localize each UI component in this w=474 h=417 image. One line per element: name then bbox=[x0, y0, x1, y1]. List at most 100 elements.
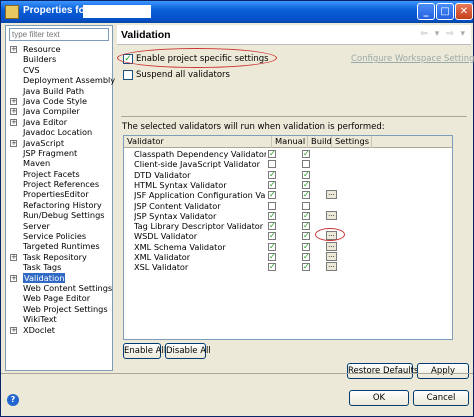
tree-item-cvs[interactable]: CVS bbox=[8, 65, 112, 75]
manual-checkbox[interactable] bbox=[268, 160, 276, 169]
validator-name: Tag Library Descriptor Validator bbox=[134, 221, 264, 232]
build-checkbox[interactable]: ✓ bbox=[302, 232, 310, 241]
tree-item-task-repository[interactable]: + Task Repository bbox=[8, 252, 112, 262]
tree-item-jsp-fragment[interactable]: JSP Fragment bbox=[8, 148, 112, 158]
help-icon[interactable]: ? bbox=[7, 394, 19, 406]
tree-item-java-build-path[interactable]: Java Build Path bbox=[8, 86, 112, 96]
tree-item-web-content-settings[interactable]: Web Content Settings bbox=[8, 283, 112, 293]
tree-item-label: Web Page Editor bbox=[23, 293, 91, 304]
build-checkbox[interactable]: ✓ bbox=[302, 222, 310, 231]
build-checkbox[interactable]: ✓ bbox=[302, 263, 310, 272]
build-checkbox[interactable]: ✓ bbox=[302, 180, 310, 189]
build-checkbox[interactable]: ✓ bbox=[302, 211, 310, 220]
maximize-button[interactable]: □ bbox=[436, 3, 454, 20]
tree-item-server[interactable]: Server bbox=[8, 221, 112, 231]
table-row[interactable]: HTML Syntax Validator ✓ ✓ bbox=[124, 180, 452, 190]
expand-icon[interactable]: + bbox=[10, 118, 17, 126]
tree-item-java-compiler[interactable]: + Java Compiler bbox=[8, 106, 112, 116]
manual-checkbox[interactable]: ✓ bbox=[268, 150, 276, 158]
build-checkbox[interactable]: ✓ bbox=[302, 242, 310, 251]
manual-checkbox[interactable]: ✓ bbox=[268, 232, 276, 241]
ok-button[interactable]: OK bbox=[349, 390, 409, 406]
cancel-button[interactable]: Cancel bbox=[413, 390, 469, 406]
expand-icon[interactable]: + bbox=[10, 274, 17, 282]
expand-icon[interactable]: + bbox=[10, 108, 17, 116]
settings-button[interactable]: ... bbox=[326, 190, 337, 200]
tree-item-propertieseditor[interactable]: PropertiesEditor bbox=[8, 189, 112, 199]
expand-icon[interactable]: + bbox=[10, 139, 17, 147]
settings-button[interactable]: ... bbox=[326, 252, 337, 261]
minimize-button[interactable]: _ bbox=[417, 3, 435, 20]
build-checkbox[interactable]: ✓ bbox=[302, 150, 310, 158]
enable-all-button[interactable]: Enable All bbox=[123, 343, 166, 359]
build-checkbox[interactable] bbox=[302, 201, 310, 210]
tree-item-web-project-settings[interactable]: Web Project Settings bbox=[8, 304, 112, 314]
table-row[interactable]: JSP Content Validator bbox=[124, 201, 452, 211]
table-row[interactable]: JSF Application Configuration Valida...✓… bbox=[124, 190, 452, 200]
table-row[interactable]: Tag Library Descriptor Validator ✓ ✓ bbox=[124, 221, 452, 231]
tree-item-validation[interactable]: + Validation bbox=[8, 272, 112, 283]
settings-button[interactable]: ... bbox=[326, 262, 337, 272]
manual-checkbox[interactable]: ✓ bbox=[268, 211, 276, 220]
expand-icon[interactable]: + bbox=[10, 97, 17, 105]
tree-item-maven[interactable]: Maven bbox=[8, 158, 112, 168]
col-header-manual[interactable]: Manual bbox=[272, 136, 308, 148]
col-header-build[interactable]: Build bbox=[308, 136, 332, 148]
tree-item-wikitext[interactable]: WikiText bbox=[8, 314, 112, 324]
table-row[interactable]: XSL Validator ✓ ✓... bbox=[124, 262, 452, 272]
manual-checkbox[interactable]: ✓ bbox=[268, 263, 276, 272]
table-row[interactable]: WSDL Validator ✓ ✓... bbox=[124, 231, 452, 241]
manual-checkbox[interactable] bbox=[268, 201, 276, 210]
tree-item-resource[interactable]: + Resource bbox=[8, 44, 112, 54]
tree-item-task-tags[interactable]: Task Tags bbox=[8, 262, 112, 272]
col-header-validator[interactable]: Validator bbox=[124, 136, 272, 148]
manual-checkbox[interactable]: ✓ bbox=[268, 253, 276, 261]
manual-checkbox[interactable]: ✓ bbox=[268, 170, 276, 179]
table-row[interactable]: XML Schema Validator ✓ ✓... bbox=[124, 241, 452, 252]
tree-item-builders[interactable]: Builders bbox=[8, 54, 112, 64]
tree-item-run-debug-settings[interactable]: Run/Debug Settings bbox=[8, 210, 112, 220]
build-checkbox[interactable]: ✓ bbox=[302, 170, 310, 179]
table-row[interactable]: XML Validator ✓ ✓... bbox=[124, 252, 452, 262]
col-header-settings[interactable]: Settings bbox=[332, 136, 372, 148]
close-button[interactable]: ✕ bbox=[455, 3, 473, 20]
tree-item-xdoclet[interactable]: + XDoclet bbox=[8, 325, 112, 335]
tree-item-javascript[interactable]: + JavaScript bbox=[8, 138, 112, 148]
tree-item-label: Validation bbox=[23, 272, 66, 283]
build-checkbox[interactable] bbox=[302, 160, 310, 169]
expand-icon[interactable]: + bbox=[10, 253, 17, 261]
tree-item-project-facets[interactable]: Project Facets bbox=[8, 169, 112, 179]
expand-icon[interactable]: + bbox=[10, 46, 17, 53]
expand-icon[interactable]: + bbox=[10, 326, 17, 334]
history-nav-arrows[interactable]: ⇦ ▾ ⇨ ▾ bbox=[420, 29, 467, 39]
title-bar[interactable]: Properties for _ □ ✕ bbox=[1, 1, 473, 23]
settings-button[interactable]: ... bbox=[326, 241, 337, 251]
configure-workspace-link[interactable]: Configure Workspace Settings... bbox=[351, 54, 474, 64]
tree-item-javadoc-location[interactable]: Javadoc Location bbox=[8, 127, 112, 137]
manual-checkbox[interactable]: ✓ bbox=[268, 191, 276, 200]
tree-item-deployment-assembly[interactable]: Deployment Assembly bbox=[8, 75, 115, 85]
tree-item-project-references[interactable]: Project References bbox=[8, 179, 112, 189]
table-row[interactable]: Client-side JavaScript Validator bbox=[124, 159, 452, 169]
table-row[interactable]: Classpath Dependency Validator ✓ ✓ bbox=[124, 149, 452, 159]
tree-item-java-code-style[interactable]: + Java Code Style bbox=[8, 96, 112, 106]
table-row[interactable]: JSP Syntax Validator ✓ ✓... bbox=[124, 210, 452, 221]
manual-checkbox[interactable]: ✓ bbox=[268, 180, 276, 189]
build-checkbox[interactable]: ✓ bbox=[302, 191, 310, 200]
page-title: Validation bbox=[121, 29, 171, 41]
suspend-all-checkbox[interactable] bbox=[123, 70, 133, 80]
tree-item-web-page-editor[interactable]: Web Page Editor bbox=[8, 293, 112, 303]
filter-input[interactable] bbox=[9, 28, 109, 41]
disable-all-button[interactable]: Disable All bbox=[165, 343, 211, 359]
manual-checkbox[interactable]: ✓ bbox=[268, 242, 276, 251]
category-tree-pane: +ResourceBuildersCVSDeployment AssemblyJ… bbox=[5, 25, 115, 371]
manual-checkbox[interactable]: ✓ bbox=[268, 222, 276, 231]
tree-item-java-editor[interactable]: + Java Editor bbox=[8, 117, 112, 127]
build-checkbox[interactable]: ✓ bbox=[302, 253, 310, 261]
tree-item-label: XDoclet bbox=[23, 324, 55, 335]
settings-button[interactable]: ... bbox=[326, 210, 337, 220]
table-row[interactable]: DTD Validator ✓ ✓ bbox=[124, 170, 452, 180]
tree-item-targeted-runtimes[interactable]: Targeted Runtimes bbox=[8, 241, 112, 251]
tree-item-service-policies[interactable]: Service Policies bbox=[8, 231, 112, 241]
tree-item-refactoring-history[interactable]: Refactoring History bbox=[8, 200, 112, 210]
